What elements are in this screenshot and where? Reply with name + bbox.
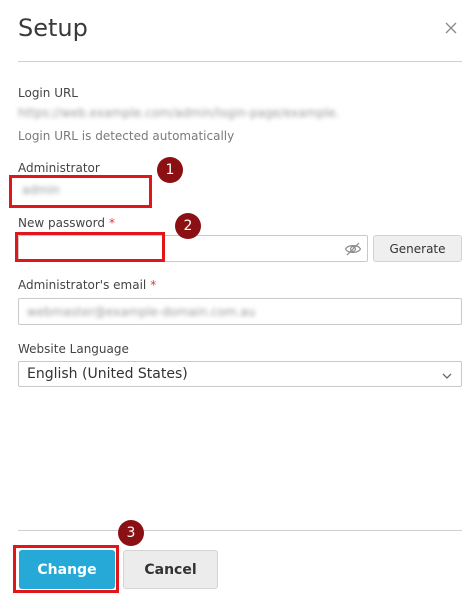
- step-marker-1: 1: [157, 157, 183, 183]
- email-value: webmaster@example-domain.com.au: [27, 305, 256, 319]
- language-label: Website Language: [18, 342, 129, 356]
- step-marker-2: 2: [175, 213, 201, 239]
- email-input[interactable]: webmaster@example-domain.com.au: [18, 298, 462, 325]
- cancel-button[interactable]: Cancel: [123, 550, 218, 589]
- highlight-box-change: [13, 545, 119, 593]
- new-password-label-text: New password: [18, 216, 105, 230]
- login-url-hint: Login URL is detected automatically: [18, 129, 235, 143]
- new-password-label: New password *: [18, 216, 115, 230]
- close-icon[interactable]: [442, 19, 460, 37]
- header-divider: [18, 61, 462, 62]
- login-url-label: Login URL: [18, 86, 78, 100]
- generate-button[interactable]: Generate: [373, 235, 462, 262]
- dialog-title: Setup: [18, 14, 88, 42]
- required-asterisk: *: [150, 278, 157, 292]
- highlight-box-password: [15, 232, 165, 262]
- email-label: Administrator's email *: [18, 278, 156, 292]
- required-asterisk: *: [108, 216, 115, 230]
- administrator-label: Administrator: [18, 161, 100, 175]
- language-selected-value: English (United States): [27, 366, 188, 382]
- highlight-box-administrator: [9, 175, 152, 208]
- login-url-value: https://web.example.com/admin/login-page…: [18, 106, 340, 120]
- email-label-text: Administrator's email: [18, 278, 147, 292]
- chevron-down-icon: [441, 369, 453, 385]
- footer-divider: [18, 530, 462, 531]
- language-select[interactable]: English (United States): [18, 361, 462, 387]
- step-marker-3: 3: [118, 520, 144, 546]
- eye-slash-icon[interactable]: [344, 241, 362, 261]
